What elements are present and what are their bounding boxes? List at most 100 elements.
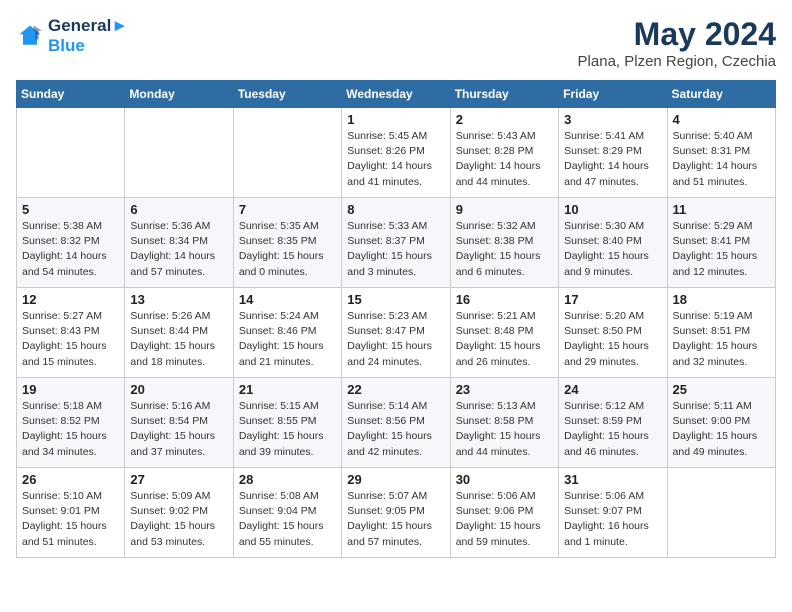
day-content: Sunrise: 5:21 AM Sunset: 8:48 PM Dayligh… xyxy=(456,309,553,370)
calendar-cell: 17 Sunrise: 5:20 AM Sunset: 8:50 PM Dayli… xyxy=(559,288,667,378)
day-number: 4 xyxy=(673,112,770,127)
calendar-week-row: 19 Sunrise: 5:18 AM Sunset: 8:52 PM Dayli… xyxy=(17,378,776,468)
day-number: 17 xyxy=(564,292,661,307)
calendar-cell: 19 Sunrise: 5:18 AM Sunset: 8:52 PM Dayli… xyxy=(17,378,125,468)
weekday-header-row: SundayMondayTuesdayWednesdayThursdayFrid… xyxy=(17,81,776,108)
day-content: Sunrise: 5:33 AM Sunset: 8:37 PM Dayligh… xyxy=(347,219,444,280)
calendar-cell: 21Sunrise: 5:15 AM Sunset: 8:55 PM Dayli… xyxy=(233,378,341,468)
weekday-header: Wednesday xyxy=(342,81,450,108)
title-block: May 2024 Plana, Plzen Region, Czechia xyxy=(578,16,776,70)
calendar-cell: 6 Sunrise: 5:36 AM Sunset: 8:34 PM Daylig… xyxy=(125,198,233,288)
day-content: Sunrise: 5:11 AM Sunset: 9:00 PM Dayligh… xyxy=(673,399,770,460)
day-content: Sunrise: 5:08 AM Sunset: 9:04 PM Dayligh… xyxy=(239,489,336,550)
day-content: Sunrise: 5:32 AM Sunset: 8:38 PM Dayligh… xyxy=(456,219,553,280)
day-number: 10 xyxy=(564,202,661,217)
day-content: Sunrise: 5:24 AM Sunset: 8:46 PM Dayligh… xyxy=(239,309,336,370)
calendar-cell: 14 Sunrise: 5:24 AM Sunset: 8:46 PM Dayli… xyxy=(233,288,341,378)
day-number: 15 xyxy=(347,292,444,307)
calendar-cell: 24 Sunrise: 5:12 AM Sunset: 8:59 PM Dayli… xyxy=(559,378,667,468)
day-content: Sunrise: 5:35 AM Sunset: 8:35 PM Dayligh… xyxy=(239,219,336,280)
location: Plana, Plzen Region, Czechia xyxy=(578,53,776,70)
day-content: Sunrise: 5:14 AM Sunset: 8:56 PM Dayligh… xyxy=(347,399,444,460)
day-number: 24 xyxy=(564,382,661,397)
day-content: Sunrise: 5:29 AM Sunset: 8:41 PM Dayligh… xyxy=(673,219,770,280)
calendar-cell: 15 Sunrise: 5:23 AM Sunset: 8:47 PM Dayli… xyxy=(342,288,450,378)
day-number: 13 xyxy=(130,292,227,307)
day-number: 29 xyxy=(347,472,444,487)
calendar-cell: 29 Sunrise: 5:07 AM Sunset: 9:05 PM Dayli… xyxy=(342,468,450,558)
logo: General► Blue xyxy=(16,16,128,56)
weekday-header: Thursday xyxy=(450,81,558,108)
day-number: 21 xyxy=(239,382,336,397)
day-content: Sunrise: 5:09 AM Sunset: 9:02 PM Dayligh… xyxy=(130,489,227,550)
calendar-week-row: 12Sunrise: 5:27 AM Sunset: 8:43 PM Dayli… xyxy=(17,288,776,378)
day-content: Sunrise: 5:43 AM Sunset: 8:28 PM Dayligh… xyxy=(456,129,553,190)
day-content: Sunrise: 5:45 AM Sunset: 8:26 PM Dayligh… xyxy=(347,129,444,190)
calendar-cell xyxy=(667,468,775,558)
day-number: 8 xyxy=(347,202,444,217)
day-number: 19 xyxy=(22,382,119,397)
calendar-cell: 26Sunrise: 5:10 AM Sunset: 9:01 PM Dayli… xyxy=(17,468,125,558)
calendar-cell: 13 Sunrise: 5:26 AM Sunset: 8:44 PM Dayli… xyxy=(125,288,233,378)
day-content: Sunrise: 5:30 AM Sunset: 8:40 PM Dayligh… xyxy=(564,219,661,280)
calendar-cell: 28Sunrise: 5:08 AM Sunset: 9:04 PM Dayli… xyxy=(233,468,341,558)
calendar-cell: 12Sunrise: 5:27 AM Sunset: 8:43 PM Dayli… xyxy=(17,288,125,378)
logo-icon xyxy=(16,22,44,50)
calendar-cell: 30 Sunrise: 5:06 AM Sunset: 9:06 PM Dayli… xyxy=(450,468,558,558)
calendar-cell: 27 Sunrise: 5:09 AM Sunset: 9:02 PM Dayli… xyxy=(125,468,233,558)
day-content: Sunrise: 5:07 AM Sunset: 9:05 PM Dayligh… xyxy=(347,489,444,550)
page-header: General► Blue May 2024 Plana, Plzen Regi… xyxy=(16,16,776,70)
calendar-cell: 7 Sunrise: 5:35 AM Sunset: 8:35 PM Daylig… xyxy=(233,198,341,288)
day-number: 18 xyxy=(673,292,770,307)
day-number: 14 xyxy=(239,292,336,307)
weekday-header: Saturday xyxy=(667,81,775,108)
day-number: 22 xyxy=(347,382,444,397)
logo-text: General► Blue xyxy=(48,16,128,56)
calendar-cell: 2 Sunrise: 5:43 AM Sunset: 8:28 PM Daylig… xyxy=(450,108,558,198)
calendar-cell xyxy=(17,108,125,198)
day-content: Sunrise: 5:27 AM Sunset: 8:43 PM Dayligh… xyxy=(22,309,119,370)
day-number: 16 xyxy=(456,292,553,307)
calendar-cell: 5Sunrise: 5:38 AM Sunset: 8:32 PM Daylig… xyxy=(17,198,125,288)
calendar-cell: 25 Sunrise: 5:11 AM Sunset: 9:00 PM Dayli… xyxy=(667,378,775,468)
day-number: 31 xyxy=(564,472,661,487)
calendar-cell: 4Sunrise: 5:40 AM Sunset: 8:31 PM Daylig… xyxy=(667,108,775,198)
day-content: Sunrise: 5:06 AM Sunset: 9:06 PM Dayligh… xyxy=(456,489,553,550)
day-number: 2 xyxy=(456,112,553,127)
day-content: Sunrise: 5:26 AM Sunset: 8:44 PM Dayligh… xyxy=(130,309,227,370)
weekday-header: Monday xyxy=(125,81,233,108)
calendar-cell: 18 Sunrise: 5:19 AM Sunset: 8:51 PM Dayli… xyxy=(667,288,775,378)
weekday-header: Tuesday xyxy=(233,81,341,108)
day-content: Sunrise: 5:12 AM Sunset: 8:59 PM Dayligh… xyxy=(564,399,661,460)
day-number: 6 xyxy=(130,202,227,217)
day-number: 7 xyxy=(239,202,336,217)
weekday-header: Sunday xyxy=(17,81,125,108)
weekday-header: Friday xyxy=(559,81,667,108)
calendar-cell: 8 Sunrise: 5:33 AM Sunset: 8:37 PM Daylig… xyxy=(342,198,450,288)
day-content: Sunrise: 5:19 AM Sunset: 8:51 PM Dayligh… xyxy=(673,309,770,370)
calendar-cell: 16 Sunrise: 5:21 AM Sunset: 8:48 PM Dayli… xyxy=(450,288,558,378)
day-number: 23 xyxy=(456,382,553,397)
day-content: Sunrise: 5:36 AM Sunset: 8:34 PM Dayligh… xyxy=(130,219,227,280)
day-content: Sunrise: 5:18 AM Sunset: 8:52 PM Dayligh… xyxy=(22,399,119,460)
day-number: 27 xyxy=(130,472,227,487)
day-content: Sunrise: 5:23 AM Sunset: 8:47 PM Dayligh… xyxy=(347,309,444,370)
day-number: 30 xyxy=(456,472,553,487)
day-number: 1 xyxy=(347,112,444,127)
day-number: 25 xyxy=(673,382,770,397)
day-content: Sunrise: 5:20 AM Sunset: 8:50 PM Dayligh… xyxy=(564,309,661,370)
day-number: 26 xyxy=(22,472,119,487)
calendar-week-row: 5Sunrise: 5:38 AM Sunset: 8:32 PM Daylig… xyxy=(17,198,776,288)
calendar-cell: 31Sunrise: 5:06 AM Sunset: 9:07 PM Dayli… xyxy=(559,468,667,558)
day-number: 9 xyxy=(456,202,553,217)
month-title: May 2024 xyxy=(578,16,776,53)
calendar-cell: 3Sunrise: 5:41 AM Sunset: 8:29 PM Daylig… xyxy=(559,108,667,198)
calendar-cell xyxy=(125,108,233,198)
day-number: 5 xyxy=(22,202,119,217)
calendar-cell: 23Sunrise: 5:13 AM Sunset: 8:58 PM Dayli… xyxy=(450,378,558,468)
calendar: SundayMondayTuesdayWednesdayThursdayFrid… xyxy=(16,80,776,558)
calendar-cell: 22 Sunrise: 5:14 AM Sunset: 8:56 PM Dayli… xyxy=(342,378,450,468)
day-number: 20 xyxy=(130,382,227,397)
day-number: 11 xyxy=(673,202,770,217)
calendar-cell: 9 Sunrise: 5:32 AM Sunset: 8:38 PM Daylig… xyxy=(450,198,558,288)
